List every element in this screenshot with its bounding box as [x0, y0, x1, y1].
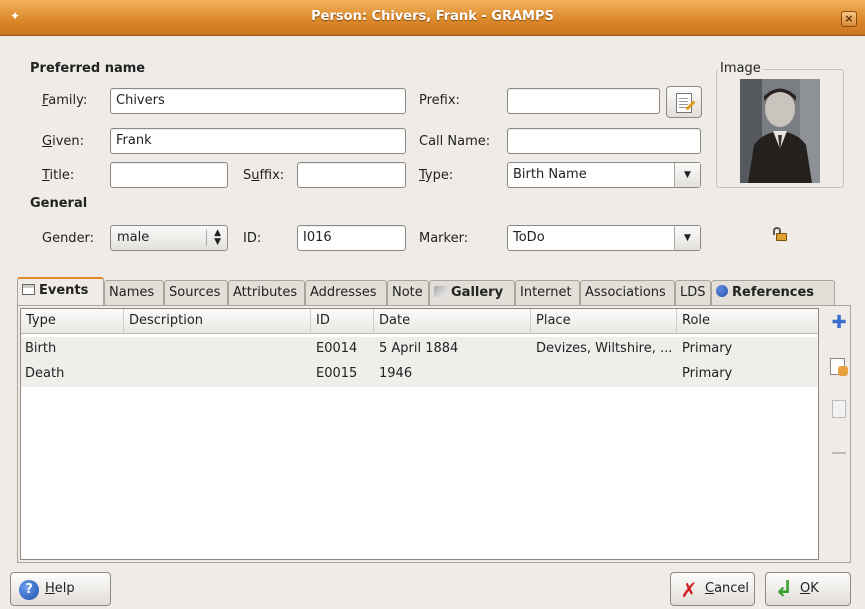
tab-sources[interactable]: Sources — [164, 280, 228, 305]
title-label: Title: — [42, 168, 75, 183]
event-type: Birth — [25, 341, 57, 356]
edit-document-icon — [676, 93, 692, 113]
id-label: ID: — [243, 231, 262, 246]
given-field[interactable]: Frank — [110, 128, 406, 154]
marker-label: Marker: — [419, 231, 469, 246]
tab-addresses[interactable]: Addresses — [305, 280, 387, 305]
table-row[interactable]: Birth E0014 5 April 1884 Devizes, Wiltsh… — [21, 337, 818, 362]
tab-gallery[interactable]: Gallery — [429, 280, 515, 305]
chevron-down-icon[interactable]: ▼ — [674, 163, 700, 187]
type-label: Type: — [419, 168, 454, 183]
edit-event-icon[interactable] — [828, 398, 850, 420]
id-field[interactable]: I016 — [297, 225, 406, 251]
ok-button[interactable]: ↲ OK — [765, 572, 851, 606]
family-label: Family: — [42, 93, 88, 108]
name-type-value: Birth Name — [513, 167, 587, 182]
tab-names[interactable]: Names — [104, 280, 164, 305]
tab-attributes[interactable]: Attributes — [228, 280, 305, 305]
event-type: Death — [25, 366, 65, 381]
column-header-role[interactable]: Role — [677, 309, 818, 334]
event-role: Primary — [682, 341, 733, 356]
remove-event-icon[interactable] — [828, 442, 850, 464]
marker-select[interactable]: ToDo ▼ — [507, 225, 701, 251]
given-label: Given: — [42, 134, 85, 149]
calendar-icon — [22, 284, 35, 295]
window-title: Person: Chivers, Frank - GRAMPS — [311, 9, 554, 24]
image-legend: Image — [718, 61, 763, 76]
person-photo[interactable] — [740, 79, 820, 183]
marker-value: ToDo — [513, 230, 545, 245]
gender-value: male — [117, 230, 150, 245]
tab-lds[interactable]: LDS — [675, 280, 711, 305]
help-button[interactable]: ? Help — [10, 572, 111, 606]
ok-arrow-icon: ↲ — [774, 577, 794, 602]
gender-label: Gender: — [42, 231, 95, 246]
window-titlebar[interactable]: ✦ Person: Chivers, Frank - GRAMPS × — [0, 0, 865, 36]
table-row[interactable]: Death E0015 1946 Primary — [21, 362, 818, 387]
events-list[interactable]: Type Description ID Date Place Role Birt… — [20, 308, 819, 560]
tab-references[interactable]: References — [711, 280, 835, 305]
suffix-field[interactable] — [297, 162, 406, 188]
column-header-type[interactable]: Type — [21, 309, 124, 334]
tab-associations[interactable]: Associations — [580, 280, 675, 305]
tab-note[interactable]: Note — [387, 280, 429, 305]
share-event-icon[interactable] — [828, 356, 850, 378]
title-field[interactable] — [110, 162, 228, 188]
call-name-field[interactable] — [507, 128, 701, 154]
column-header-description[interactable]: Description — [124, 309, 311, 334]
event-place: Devizes, Wiltshire, ... — [536, 341, 673, 356]
help-icon: ? — [19, 580, 39, 600]
gender-select-divider — [206, 230, 207, 246]
column-header-date[interactable]: Date — [374, 309, 531, 334]
tab-events[interactable]: Events — [17, 277, 104, 306]
event-date: 5 April 1884 — [379, 341, 459, 356]
gallery-icon — [434, 286, 447, 297]
references-icon — [716, 285, 728, 297]
event-id: E0014 — [316, 341, 358, 356]
event-role: Primary — [682, 366, 733, 381]
edit-name-button[interactable] — [666, 86, 702, 118]
prefix-field[interactable] — [507, 88, 660, 114]
column-header-place[interactable]: Place — [531, 309, 677, 334]
chevron-down-icon[interactable]: ▼ — [674, 226, 700, 250]
event-date: 1946 — [379, 366, 413, 381]
updown-arrows-icon: ▲ ▼ — [214, 228, 221, 247]
column-header-id[interactable]: ID — [311, 309, 374, 334]
prefix-label: Prefix: — [419, 93, 460, 108]
lock-icon[interactable] — [773, 227, 787, 241]
close-icon[interactable]: × — [841, 11, 857, 27]
call-name-label: Call Name: — [419, 134, 491, 149]
add-event-icon[interactable]: ✚ — [828, 312, 850, 334]
cancel-button[interactable]: ✗ Cancel — [670, 572, 755, 606]
cancel-icon: ✗ — [680, 578, 698, 602]
gender-select[interactable]: male ▲ ▼ — [110, 225, 228, 251]
tab-internet[interactable]: Internet — [515, 280, 580, 305]
general-heading: General — [30, 196, 88, 211]
family-field[interactable]: Chivers — [110, 88, 406, 114]
event-id: E0015 — [316, 366, 358, 381]
suffix-label: Suffix: — [243, 168, 285, 183]
preferred-name-heading: Preferred name — [30, 61, 146, 76]
name-type-select[interactable]: Birth Name ▼ — [507, 162, 701, 188]
